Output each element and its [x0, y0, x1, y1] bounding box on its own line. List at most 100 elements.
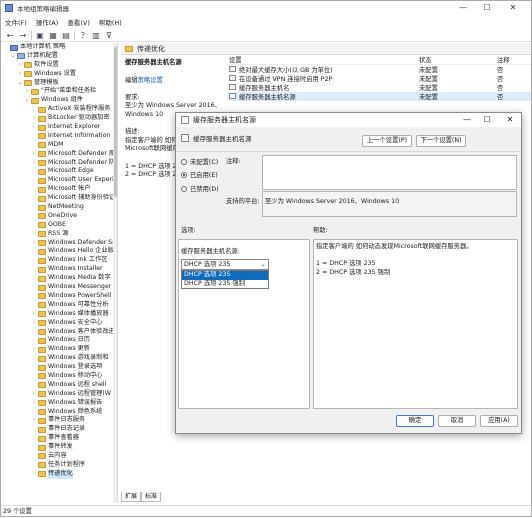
menu-help[interactable]: 帮助(H) — [99, 17, 122, 27]
tree-item[interactable]: 云内容 — [3, 452, 117, 461]
expand-icon[interactable]: › — [17, 70, 23, 79]
forward-icon[interactable]: → — [18, 30, 28, 40]
collapse-icon[interactable]: ⌄ — [10, 52, 16, 61]
properties-icon[interactable]: ▥ — [91, 30, 101, 40]
dialog-minimize-button[interactable]: — — [458, 113, 476, 127]
tab-extended[interactable]: 扩展 — [121, 492, 142, 502]
radio-disabled[interactable]: 已禁用(D) — [181, 184, 219, 193]
tree-item[interactable]: Windows 客户体验改进 — [3, 328, 117, 337]
radio-enabled-circle[interactable] — [181, 171, 187, 178]
tree-item[interactable]: 事件查看器 — [3, 434, 117, 443]
expand-icon[interactable]: › — [31, 319, 37, 328]
tree-item[interactable]: Windows 游戏录制和 — [3, 354, 117, 363]
radio-disabled-circle[interactable] — [181, 185, 187, 192]
expand-icon[interactable]: › — [24, 87, 30, 96]
tree-item[interactable]: › Microsoft Defender 防 — [3, 159, 117, 168]
previous-setting-button[interactable]: 上一个设置(P) — [362, 135, 412, 147]
tree-item[interactable]: Microsoft 辅助身份验证 — [3, 194, 117, 203]
expand-icon[interactable]: › — [17, 61, 23, 70]
expand-icon[interactable]: › — [31, 239, 37, 248]
expand-icon[interactable]: › — [31, 310, 37, 319]
tree-item[interactable]: Windows Messenger — [3, 283, 117, 292]
tree-item[interactable]: Windows Ink 工作区 — [3, 256, 117, 265]
tree-item[interactable]: › Windows 远程管理(W — [3, 390, 117, 399]
setting-row[interactable]: 绝对最大缓存大小(以 GB 为单位) 未配置 否 — [227, 65, 531, 74]
column-setting[interactable]: 设置 — [227, 55, 413, 64]
tree-item[interactable]: Windows 远程 shell — [3, 381, 117, 390]
radio-not-configured[interactable]: 未配置(C) — [181, 157, 218, 166]
setting-row[interactable]: 缓存服务器主机名源 未配置 否 — [227, 91, 531, 101]
radio-enabled[interactable]: 已启用(E) — [181, 170, 218, 179]
setting-row[interactable]: 在设备通过 VPN 连接时启用 P2P 未配置 否 — [227, 74, 531, 83]
tree-item[interactable]: MDM — [3, 141, 117, 150]
column-state[interactable]: 状态 — [413, 55, 493, 64]
back-icon[interactable]: ← — [5, 30, 15, 40]
show-tree-icon[interactable]: ▦ — [48, 30, 58, 40]
tree-item[interactable]: OOBE — [3, 221, 117, 230]
export-list-icon[interactable]: ▤ — [61, 30, 71, 40]
tree-item[interactable]: › 软件设置 — [3, 61, 117, 70]
dropdown-option-235[interactable]: DHCP 选项 235 — [182, 271, 268, 280]
menu-action[interactable]: 操作(A) — [36, 17, 59, 27]
next-setting-button[interactable]: 下一个设置(N) — [416, 135, 466, 147]
tree-item[interactable]: Windows PowerShell — [3, 292, 117, 301]
tree-item[interactable]: ⌄ 计算机配置 — [3, 52, 117, 61]
apply-button[interactable]: 应用(A) — [480, 415, 518, 427]
tree-item[interactable]: 本地计算机 策略 — [3, 43, 117, 52]
radio-not-configured-circle[interactable] — [181, 158, 187, 165]
tree-item[interactable]: › "开始"菜单和任务栏 — [3, 87, 117, 96]
hostname-source-combo[interactable]: DHCP 选项 235 ⌄ — [181, 259, 269, 270]
expand-icon[interactable]: › — [31, 399, 37, 408]
tree-item[interactable]: › BitLocker 驱动器加密 — [3, 114, 117, 123]
tree-item[interactable]: Internet Information S — [3, 132, 117, 141]
tree-scrollbar[interactable] — [113, 43, 117, 503]
close-button[interactable]: ✕ — [503, 1, 523, 15]
tree-item[interactable]: Windows 可靠性分析 — [3, 301, 117, 310]
expand-icon[interactable]: › — [31, 114, 37, 123]
expand-icon[interactable]: › — [31, 416, 37, 425]
cancel-button[interactable]: 取消 — [438, 415, 476, 427]
tree-item[interactable]: › Internet Explorer — [3, 123, 117, 132]
tree-item[interactable]: 任务计划程序 — [3, 461, 117, 470]
tree-item[interactable]: Microsoft Edge — [3, 167, 117, 176]
tree-item[interactable]: 事件转发 — [3, 443, 117, 452]
expand-icon[interactable]: › — [31, 150, 37, 159]
tree-item[interactable]: › Windows 错误报告 — [3, 399, 117, 408]
filter-icon[interactable]: ⊽ — [104, 30, 114, 40]
chevron-down-icon[interactable]: ⌄ — [259, 260, 267, 269]
column-comment[interactable]: 注释 — [493, 55, 529, 64]
tree-item[interactable]: ActiveX 安装程序服务 — [3, 105, 117, 114]
menu-view[interactable]: 查看(V) — [67, 17, 90, 27]
tree-item[interactable]: Windows 日历 — [3, 336, 117, 345]
menu-file[interactable]: 文件(F) — [5, 17, 27, 27]
expand-icon[interactable]: › — [31, 390, 37, 399]
tree-item[interactable]: › Microsoft Defender 原 — [3, 150, 117, 159]
tree-scrollbar-thumb[interactable] — [114, 47, 117, 197]
tree-item[interactable]: Windows 移动中心 — [3, 372, 117, 381]
expand-icon[interactable]: › — [31, 159, 37, 168]
tree-item[interactable]: › Windows 设置 — [3, 70, 117, 79]
comment-textarea[interactable] — [262, 155, 517, 190]
ok-button[interactable]: 确定 — [396, 415, 434, 427]
tree-item[interactable]: OneDrive — [3, 212, 117, 221]
dropdown-option-235-forced[interactable]: DHCP 选项 235 强制 — [182, 280, 268, 289]
tree-item[interactable]: ⌄ Windows 组件 — [3, 96, 117, 105]
expand-icon[interactable]: › — [31, 123, 37, 132]
tree-item[interactable]: Windows Media 数字 — [3, 274, 117, 283]
tree-item[interactable]: NetMeeting — [3, 203, 117, 212]
tree-item[interactable]: 传递优化 — [3, 469, 117, 479]
dialog-close-button[interactable]: ✕ — [501, 113, 519, 127]
tree-item[interactable]: › Windows 安全中心 — [3, 319, 117, 328]
tree-item[interactable]: Microsoft User Experie — [3, 176, 117, 185]
collapse-icon[interactable]: ⌄ — [24, 96, 30, 105]
collapse-icon[interactable]: ⌄ — [17, 79, 23, 88]
tree-item[interactable]: › 事件日志服务 — [3, 416, 117, 425]
tree-item[interactable]: Microsoft 帐户 — [3, 185, 117, 194]
tree-item[interactable]: › Windows 更新 — [3, 345, 117, 354]
tree-item[interactable]: RSS 源 — [3, 230, 117, 239]
maximize-button[interactable]: ☐ — [477, 1, 497, 15]
setting-row[interactable]: 缓存服务器主机名 未配置 否 — [227, 83, 531, 92]
tree-item[interactable]: › Windows 媒体播放器 — [3, 310, 117, 319]
tree-item[interactable]: Windows 登录选项 — [3, 363, 117, 372]
tree-item[interactable]: Windows Installer — [3, 265, 117, 274]
